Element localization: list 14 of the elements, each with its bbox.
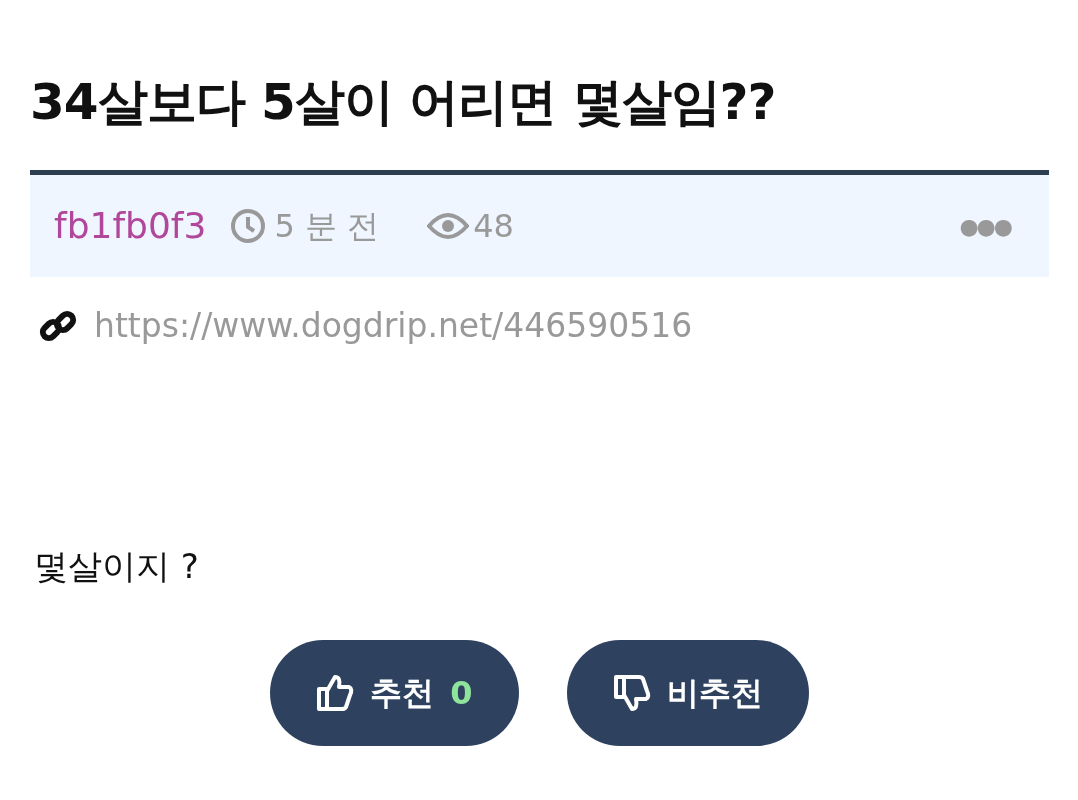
eye-icon <box>427 212 470 240</box>
clock-icon <box>230 208 267 244</box>
not-recommend-button[interactable]: 비추천 <box>566 639 809 746</box>
thumbs-up-icon <box>316 672 355 713</box>
view-count: 48 <box>473 206 514 247</box>
post-body: 몇살이지 ? <box>33 544 200 588</box>
more-options-icon[interactable]: ●●● <box>959 209 1011 243</box>
post-link[interactable]: https://www.dogdrip.net/446590516 <box>94 301 693 351</box>
thumbs-down-icon <box>612 672 651 713</box>
author-name[interactable]: fb1fb0f3 <box>54 199 207 253</box>
recommend-button[interactable]: 추천 0 <box>270 639 519 746</box>
recommend-count: 0 <box>450 672 473 714</box>
post-title: 34살보다 5살이 어리면 몇살임?? <box>30 72 777 132</box>
post-time: 5 분 전 <box>274 206 380 247</box>
